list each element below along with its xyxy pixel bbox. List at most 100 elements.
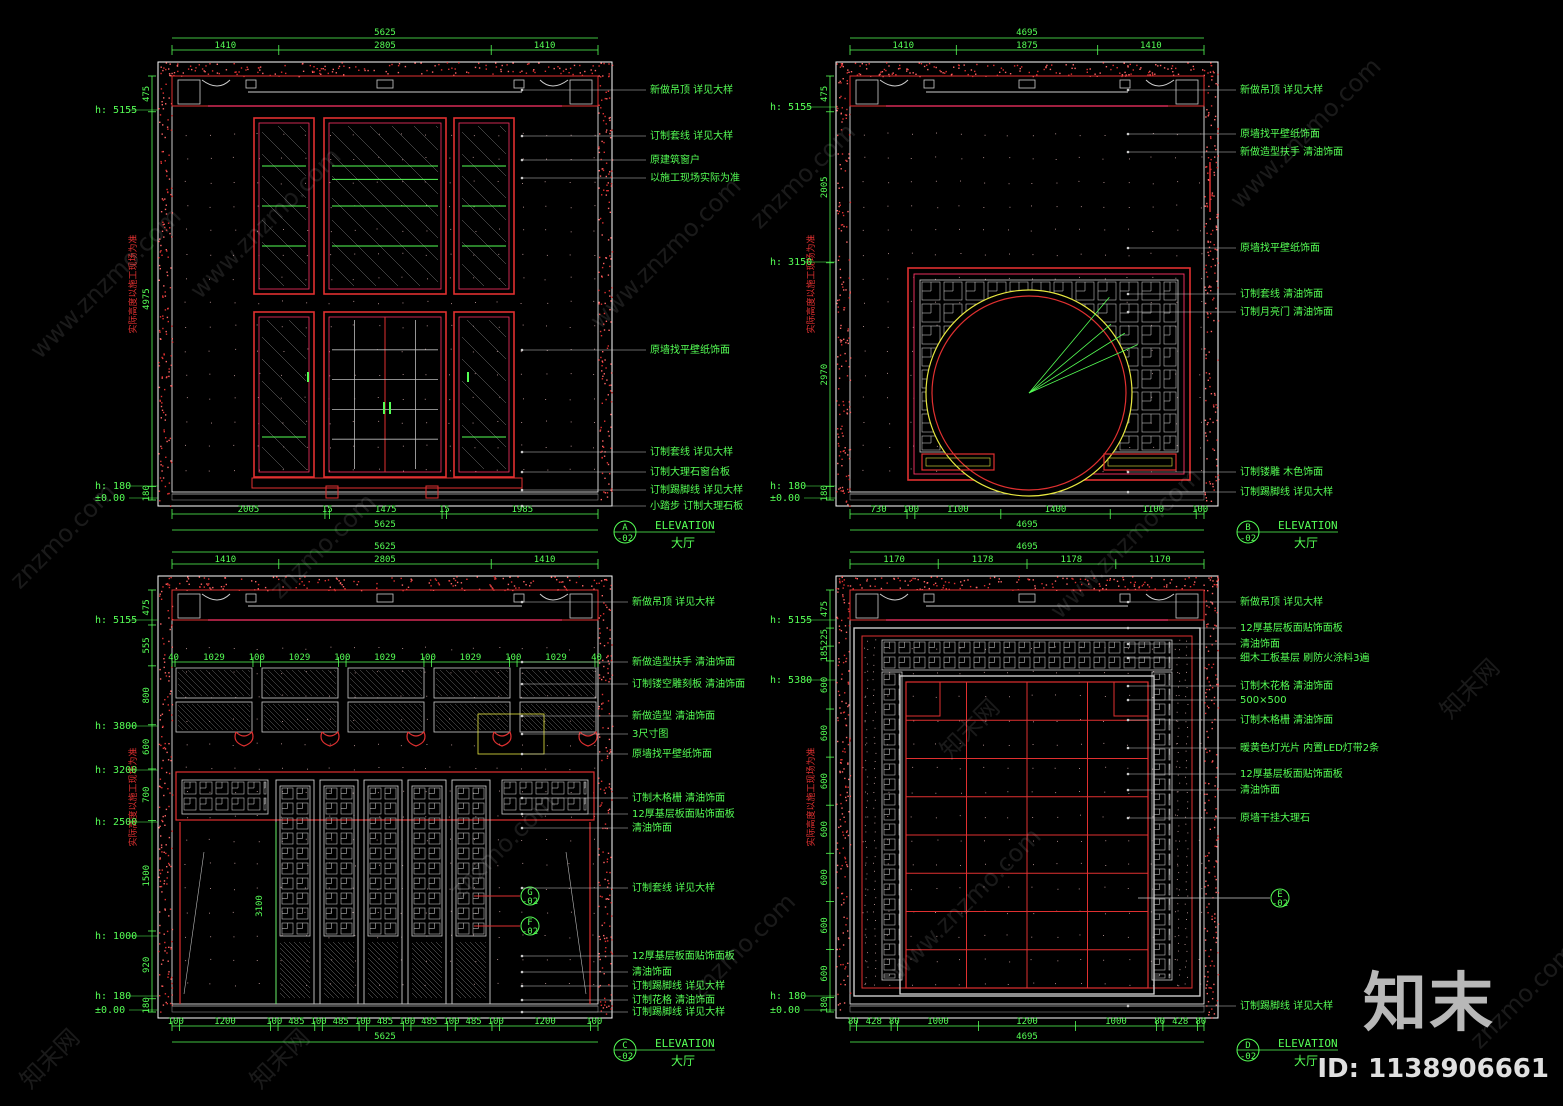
elev-d-tag-number: -02 — [1240, 1052, 1256, 1062]
elev-c-mid-dim-5: 1029 — [374, 653, 396, 663]
elev-b-top-dim-2: 1410 — [1140, 41, 1162, 51]
elev-d-bottom-dim-2: 80 — [889, 1017, 900, 1027]
elev-b-callout-3: 原墙找平壁纸饰面 — [1240, 241, 1320, 254]
elev-c-level-6: ±0.00 — [95, 1005, 125, 1016]
elev-a-bottom-dim-3: 15 — [439, 505, 450, 515]
elev-a-left-vdim-2: 180 — [142, 485, 152, 501]
elev-a-top-dim-1: 2805 — [374, 41, 396, 51]
elev-a-left-vdim-1: 4975 — [142, 288, 152, 310]
elev-c-tag-number: -02 — [617, 1052, 633, 1062]
elev-b-bottom-dim-5: 100 — [1192, 505, 1208, 515]
elev-a-callout-5: 订制套线 详见大样 — [650, 445, 733, 458]
elev-b-level-2: h: 180 — [770, 481, 806, 492]
elev-b-level-3: ±0.00 — [770, 493, 800, 504]
elev-c-top-dim-0: 1410 — [215, 555, 237, 565]
elev-c-bottom-dim-8: 100 — [399, 1017, 415, 1027]
elev-b-left-vdim-1: 2005 — [820, 176, 830, 198]
elev-b-tag-letter: B — [1245, 523, 1250, 533]
elev-d-callout-1: 12厚基层板面贴饰面板 — [1240, 621, 1343, 634]
elev-d-left-vdim-8: 600 — [820, 917, 830, 933]
elev-d-callout-11: 订制踢脚线 详见大样 — [1240, 999, 1333, 1012]
elev-c-bottom-total: 5625 — [374, 1032, 396, 1042]
elev-d-top-dim-1: 1178 — [972, 555, 994, 565]
elev-c-bottom-dim-12: 100 — [488, 1017, 504, 1027]
elev-a-elevation-word: ELEVATION — [655, 519, 715, 532]
elev-a-top-dim-2: 1410 — [534, 41, 556, 51]
elev-c-mid-dim-2: 100 — [249, 653, 265, 663]
elev-a-bottom-total: 5625 — [374, 520, 396, 530]
elev-c-left-vdim-2: 800 — [142, 687, 152, 703]
elev-a-room-name: 大厅 — [671, 536, 695, 550]
elev-c-left-vdim-6: 920 — [142, 957, 152, 973]
elev-c-mid-dim-0: 40 — [168, 653, 179, 663]
elev-c-callout-9: 订制套线 详见大样 — [632, 881, 715, 894]
elev-c-left-vdim-3: 600 — [142, 739, 152, 755]
elev-d-callout-3: 细木工板基层 刷防火涂料3遍 — [1240, 651, 1370, 664]
elev-c-level-2: h: 3200 — [95, 765, 137, 776]
elev-c-bottom-dim-5: 485 — [333, 1017, 349, 1027]
elev-a-callout-0: 新做吊顶 详见大样 — [650, 83, 733, 96]
elev-a-tag-letter: A — [622, 523, 628, 533]
elev-b-left-vdim-3: 180 — [820, 485, 830, 501]
elev-c-bottom-dim-14: 100 — [586, 1017, 602, 1027]
elev-a-bottom-dim-1: 15 — [322, 505, 333, 515]
elev-d-left-vdim-0: 475 — [820, 601, 830, 617]
elev-b-bottom-total: 4695 — [1016, 520, 1038, 530]
elev-d-callout-8: 12厚基层板面贴饰面板 — [1240, 767, 1343, 780]
elev-c-left-vdim-5: 1500 — [142, 865, 152, 887]
elev-c-left-vdim-0: 475 — [142, 599, 152, 615]
elev-c-bottom-dim-1: 1200 — [214, 1017, 236, 1027]
elev-c-bottom-dim-10: 100 — [443, 1017, 459, 1027]
elev-d-level-0: h: 5155 — [770, 615, 812, 626]
elev-d-bottom-total: 4695 — [1016, 1032, 1038, 1042]
elev-c-top-dim-1: 2805 — [374, 555, 396, 565]
elev-d-callout-2: 清油饰面 — [1240, 637, 1280, 650]
elev-d-room-name: 大厅 — [1294, 1054, 1318, 1068]
elev-b-callout-4: 订制套线 清油饰面 — [1240, 287, 1323, 300]
elev-b-level-0: h: 5155 — [770, 102, 812, 113]
elev-d-bottom-dim-1: 428 — [866, 1017, 882, 1027]
elev-b-bottom-dim-0: 730 — [870, 505, 886, 515]
elev-c-mid-dim-7: 1029 — [460, 653, 482, 663]
elev-b-left-vdim-0: 475 — [820, 86, 830, 102]
elev-c-bottom-dim-7: 485 — [377, 1017, 393, 1027]
elev-d-tag-letter: D — [1245, 1041, 1250, 1051]
elev-d-vertical-note: 实际高度以施工现场为准 — [805, 747, 817, 846]
elev-b-bottom-dim-2: 1100 — [947, 505, 969, 515]
elev-c-height-dim: 3100 — [255, 895, 265, 917]
elev-c-mid-dim-1: 1029 — [203, 653, 225, 663]
elev-b-room-name: 大厅 — [1294, 536, 1318, 550]
elev-d-bottom-dim-4: 1200 — [1016, 1017, 1038, 1027]
elev-c-left-vdim-4: 700 — [142, 787, 152, 803]
elev-d-left-vdim-1: 225 — [820, 629, 830, 645]
elev-a-callout-2: 原建筑窗户 — [650, 153, 700, 166]
elev-b-callout-5: 订制月亮门 清油饰面 — [1240, 305, 1333, 318]
elev-d-level-1: h: 5380 — [770, 675, 812, 686]
elev-d-left-vdim-3: 600 — [820, 677, 830, 693]
elev-c-left-vdim-1: 555 — [142, 637, 152, 653]
elev-b-callout-0: 新做吊顶 详见大样 — [1240, 83, 1323, 96]
elev-c-bottom-dim-6: 100 — [355, 1017, 371, 1027]
elev-d-callout-0: 新做吊顶 详见大样 — [1240, 595, 1323, 608]
elev-c-tag-letter: C — [622, 1041, 627, 1051]
elev-d-left-vdim-7: 600 — [820, 869, 830, 885]
elev-c-level-1: h: 3800 — [95, 721, 137, 732]
elev-c-left-vdim-7: 180 — [142, 997, 152, 1013]
elev-b-elevation-word: ELEVATION — [1278, 519, 1338, 532]
elev-c-level-0: h: 5155 — [95, 615, 137, 626]
elev-d-callout-6: 订制木格栅 清油饰面 — [1240, 713, 1333, 726]
brand-logo: 知末 — [1363, 967, 1495, 1041]
elev-d-callout-7: 暖黄色灯光片 内置LED灯带2条 — [1240, 741, 1379, 754]
elev-c-bottom-dim-2: 100 — [266, 1017, 282, 1027]
elev-a-top-total: 5625 — [374, 28, 396, 38]
elev-d-callout-4: 订制木花格 清油饰面 — [1240, 679, 1333, 692]
drawing-id: ID: 1138906661 — [1317, 1054, 1549, 1084]
elev-c-callout-11: 清油饰面 — [632, 965, 672, 978]
elev-a-callout-6: 订制大理石窗台板 — [650, 465, 730, 478]
elev-d-elevation-word: ELEVATION — [1278, 1037, 1338, 1050]
elev-c-bottom-dim-9: 485 — [421, 1017, 437, 1027]
elev-c-callout-1: 新做造型扶手 清油饰面 — [632, 655, 735, 668]
elev-c-callout-3: 新做造型 清油饰面 — [632, 709, 715, 722]
elev-b-bottom-dim-3: 1400 — [1045, 505, 1067, 515]
elev-c-callout-5: 原墙找平壁纸饰面 — [632, 747, 712, 760]
